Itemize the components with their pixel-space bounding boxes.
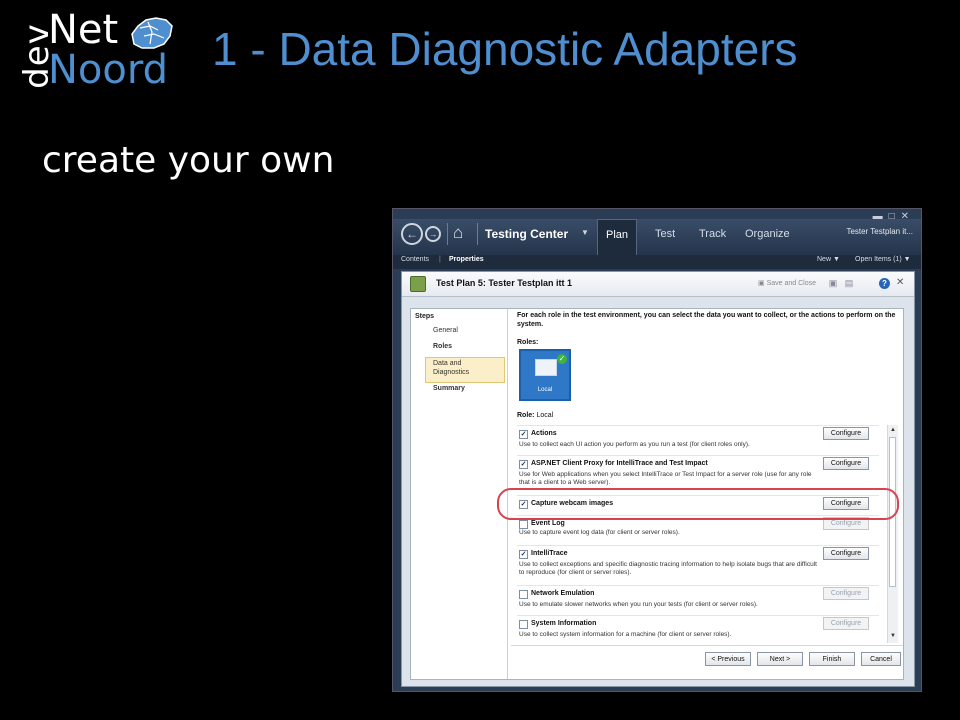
slide-subtitle: create your own	[42, 140, 335, 181]
role-tile-label: Local	[537, 387, 553, 393]
steps-sidebar: Steps General Roles Data and Diagnostics…	[411, 309, 508, 679]
back-arrow-icon[interactable]: ←	[401, 223, 423, 245]
finish-button[interactable]: Finish	[809, 652, 855, 666]
role-tile-local[interactable]: ✓ Local	[519, 349, 571, 401]
tab-plan[interactable]: Plan	[597, 219, 637, 255]
role-line-label: Role:	[517, 412, 535, 419]
configure-button: Configure	[823, 587, 869, 600]
configure-button: Configure	[823, 617, 869, 630]
slide-title: 1 - Data Diagnostic Adapters	[212, 23, 798, 75]
testing-center-window: ▬□✕ ← → ⌂ Testing Center ▼ Plan Test Tra…	[392, 208, 922, 692]
footer-divider	[511, 645, 903, 646]
test-plan-panel: Test Plan 5: Tester Testplan itt 1 ▣ Sav…	[401, 271, 915, 687]
panel-title: Test Plan 5: Tester Testplan itt 1	[436, 278, 573, 288]
adapter-description: Use to collect exceptions and specific d…	[519, 561, 817, 576]
steps-heading: Steps	[415, 313, 435, 320]
home-icon[interactable]: ⌂	[453, 223, 463, 243]
help-icon[interactable]: ?	[879, 278, 890, 289]
app-title: Testing Center	[485, 227, 569, 241]
tab-test[interactable]: Test	[655, 219, 675, 255]
next-button[interactable]: Next >	[757, 652, 803, 666]
tab-organize[interactable]: Organize	[745, 219, 790, 255]
toolbar-separator	[477, 223, 478, 245]
configure-button[interactable]: Configure	[823, 547, 869, 560]
current-role: Role: Local	[517, 412, 553, 419]
close-icon[interactable]: ✕	[896, 277, 904, 288]
diagnostic-adapter-list: ✓ Actions Use to collect each UI action …	[517, 425, 887, 641]
new-menu-label: New	[817, 256, 832, 263]
adapter-name: Network Emulation	[531, 590, 595, 597]
save-and-close-label: Save and Close	[766, 280, 816, 287]
computer-icon	[535, 359, 557, 376]
configure-button[interactable]: Configure	[823, 457, 869, 470]
logo-noord-text: Noord	[48, 47, 168, 93]
webcam-adapter-highlight	[497, 488, 899, 520]
open-items-menu[interactable]: Open Items (1) ▼	[855, 256, 911, 263]
step-summary[interactable]: Summary	[433, 385, 465, 392]
save-and-close-button[interactable]: ▣ Save and Close	[758, 279, 816, 287]
adapter-checkbox[interactable]	[519, 590, 528, 599]
adapter-name: IntelliTrace	[531, 550, 568, 557]
sub-navigation-bar: Contents | Properties New ▼ Open Items (…	[393, 255, 921, 269]
adapter-system-information: System Information Use to collect system…	[517, 615, 879, 641]
adapter-name: Event Log	[531, 520, 565, 527]
adapter-checkbox[interactable]: ✓	[519, 550, 528, 559]
chevron-down-icon[interactable]: ▼	[581, 228, 589, 237]
intro-text: For each role in the test environment, y…	[517, 312, 896, 328]
toolbar-separator	[447, 223, 448, 245]
test-plan-selector[interactable]: Tester Testplan it...	[846, 227, 913, 236]
adapter-list-scrollbar[interactable]: ▲ ▼	[887, 425, 898, 643]
test-plan-icon	[410, 276, 426, 292]
subnav-contents[interactable]: Contents	[401, 256, 429, 263]
subnav-separator: |	[439, 256, 441, 263]
chevron-down-icon: ▼	[903, 256, 911, 263]
open-items-label: Open Items (1)	[855, 256, 902, 263]
adapter-checkbox[interactable]	[519, 520, 528, 529]
tab-track[interactable]: Track	[699, 219, 726, 255]
adapter-name: ASP.NET Client Proxy for IntelliTrace an…	[531, 460, 708, 467]
adapter-description: Use to collect each UI action you perfor…	[519, 441, 750, 448]
adapter-name: System Information	[531, 620, 597, 627]
panel-header: Test Plan 5: Tester Testplan itt 1 ▣ Sav…	[402, 272, 914, 297]
adapter-name: Actions	[531, 430, 557, 437]
logo-net-text: Net	[48, 7, 119, 53]
adapter-checkbox[interactable]: ✓	[519, 430, 528, 439]
adapter-description: Use to collect system information for a …	[519, 631, 732, 638]
step-roles[interactable]: Roles	[433, 343, 452, 350]
adapter-checkbox[interactable]	[519, 620, 528, 629]
step-general[interactable]: General	[433, 327, 458, 334]
scroll-down-icon[interactable]: ▼	[890, 633, 896, 639]
netherlands-map-icon	[131, 17, 173, 49]
save-icon: ▣	[758, 280, 765, 287]
configure-button[interactable]: Configure	[823, 427, 869, 440]
adapter-description: Use to capture event log data (for clien…	[519, 529, 680, 536]
cancel-button[interactable]: Cancel	[861, 652, 901, 666]
scroll-up-icon[interactable]: ▲	[890, 427, 896, 433]
refresh-icon[interactable]: ▤	[844, 278, 854, 288]
save-icon[interactable]: ▣	[828, 278, 838, 288]
adapter-checkbox[interactable]: ✓	[519, 460, 528, 469]
roles-label: Roles:	[517, 339, 539, 346]
adapter-description: Use for Web applications when you select…	[519, 471, 812, 486]
adapter-description: Use to emulate slower networks when you …	[519, 601, 758, 608]
chevron-down-icon: ▼	[832, 256, 840, 263]
forward-arrow-icon[interactable]: →	[425, 226, 441, 242]
previous-button[interactable]: < Previous	[705, 652, 751, 666]
role-line-value: Local	[536, 412, 554, 419]
step-data-and-diagnostics[interactable]: Data and Diagnostics	[433, 359, 493, 377]
checkmark-icon: ✓	[557, 354, 567, 364]
subnav-properties[interactable]: Properties	[449, 256, 484, 263]
devnetnoord-logo: dev Net Noord	[8, 8, 178, 92]
top-navigation-bar: ← → ⌂ Testing Center ▼ Plan Test Track O…	[393, 219, 921, 255]
adapter-intellitrace: ✓ IntelliTrace Use to collect exceptions…	[517, 545, 879, 584]
new-menu[interactable]: New ▼	[817, 256, 840, 263]
